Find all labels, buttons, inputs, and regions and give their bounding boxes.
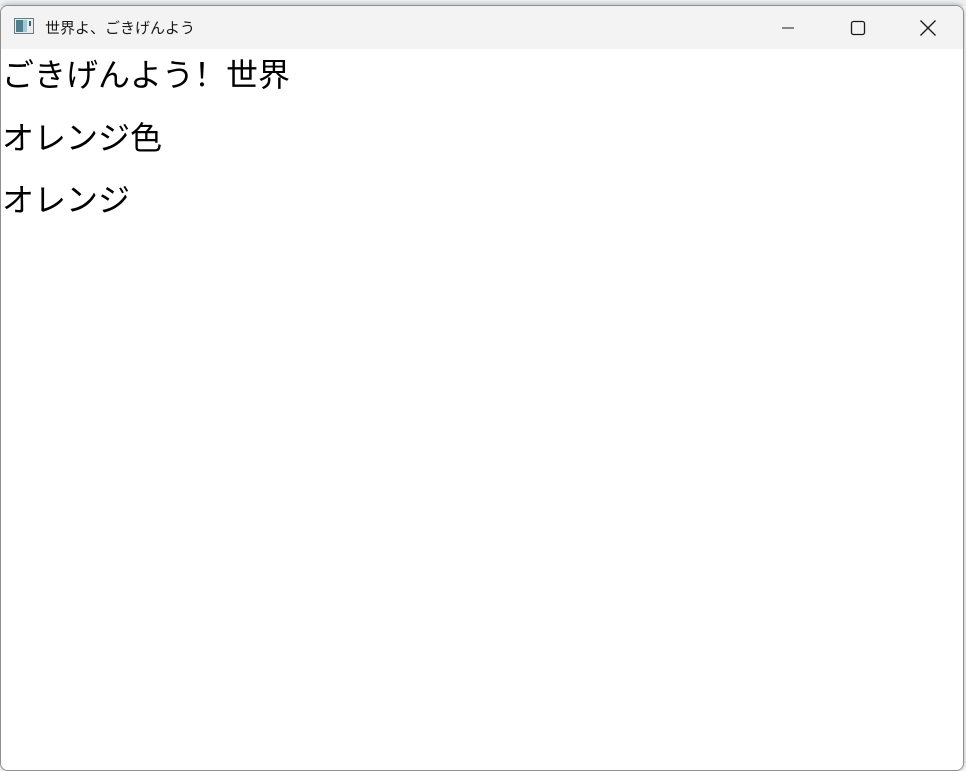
app-window: 世界よ、ごきげんよう ごきげんよう！世界 オレンジ色 オレンジ: [0, 5, 964, 771]
close-icon: [920, 19, 936, 36]
maximize-icon: [850, 20, 866, 35]
desktop: 世界よ、ごきげんよう ごきげんよう！世界 オレンジ色 オレンジ: [0, 0, 966, 771]
window-title: 世界よ、ごきげんよう: [45, 19, 196, 37]
minimize-icon: [782, 27, 794, 28]
orange-label: オレンジ: [2, 181, 131, 219]
greeting-label: ごきげんよう！世界: [2, 56, 291, 94]
window-content: ごきげんよう！世界 オレンジ色 オレンジ: [1, 49, 963, 770]
maximize-button[interactable]: [823, 6, 893, 49]
app-icon: [14, 18, 34, 34]
title-bar[interactable]: 世界よ、ごきげんよう: [1, 6, 963, 49]
orange-color-label: オレンジ色: [2, 119, 163, 157]
close-button[interactable]: [893, 6, 963, 49]
minimize-button[interactable]: [753, 6, 823, 49]
